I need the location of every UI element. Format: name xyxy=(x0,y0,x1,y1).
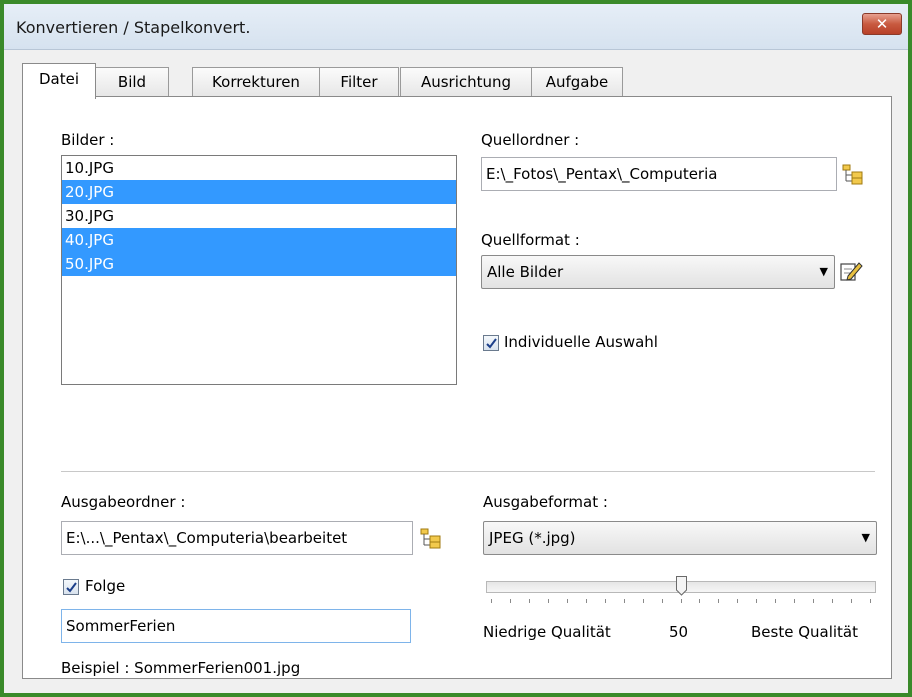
window-title: Konvertieren / Stapelkonvert. xyxy=(16,18,251,37)
slider-tick xyxy=(775,599,777,603)
slider-tick xyxy=(509,599,511,603)
slider-tick xyxy=(718,599,720,603)
quality-min-label: Niedrige Qualität xyxy=(483,623,611,641)
tab-datei[interactable]: Datei xyxy=(22,63,96,99)
quality-max-label: Beste Qualität xyxy=(751,623,859,641)
tab-aufgabe[interactable]: Aufgabe xyxy=(531,67,623,97)
individual-selection-checkbox[interactable] xyxy=(483,335,499,351)
tab-ausrichtung[interactable]: Ausrichtung xyxy=(400,67,532,97)
sequence-example: Beispiel : SommerFerien001.jpg xyxy=(61,659,301,677)
output-folder-label: Ausgabeordner : xyxy=(61,493,186,511)
slider-tick xyxy=(794,599,796,603)
sequence-input[interactable]: SommerFerien xyxy=(61,609,411,643)
images-listbox[interactable]: 10.JPG 20.JPG 30.JPG 40.JPG 50.JPG xyxy=(61,155,457,385)
sequence-checkbox[interactable] xyxy=(63,579,79,595)
quality-value: 50 xyxy=(669,623,689,641)
slider-tick xyxy=(737,599,739,603)
slider-tick xyxy=(547,599,549,603)
list-item[interactable]: 30.JPG xyxy=(62,204,456,228)
images-label: Bilder : xyxy=(61,131,115,149)
chevron-down-icon: ▼ xyxy=(819,265,828,278)
slider-tick xyxy=(661,599,663,603)
tab-panel-datei: Bilder : 10.JPG 20.JPG 30.JPG 40.JPG 50.… xyxy=(22,96,892,679)
tab-korrekturen[interactable]: Korrekturen xyxy=(192,67,320,97)
slider-tick xyxy=(566,599,568,603)
slider-tick xyxy=(623,599,625,603)
source-folder-input[interactable]: E:\_Fotos\_Pentax\_Computeria xyxy=(481,157,837,191)
slider-tick xyxy=(870,599,871,603)
slider-tick xyxy=(699,599,701,603)
list-item[interactable]: 20.JPG xyxy=(62,180,456,204)
source-format-value: Alle Bilder xyxy=(487,263,564,281)
source-format-label: Quellformat : xyxy=(481,231,580,249)
dialog-window: Konvertieren / Stapelkonvert. ✕ Datei Bi… xyxy=(0,0,912,697)
quality-slider-thumb[interactable] xyxy=(675,576,687,596)
slider-tick xyxy=(851,599,853,603)
dialog-client-area: Datei Bild Korrekturen Filter Ausrichtun… xyxy=(4,50,908,693)
slider-tick xyxy=(756,599,758,603)
folder-tree-icon[interactable] xyxy=(419,527,443,549)
slider-tick xyxy=(585,599,587,603)
output-format-label: Ausgabeformat : xyxy=(483,493,608,511)
source-format-select[interactable]: Alle Bilder ▼ xyxy=(481,255,835,289)
close-button[interactable]: ✕ xyxy=(862,13,902,35)
slider-tick xyxy=(813,599,815,603)
individual-selection-label[interactable]: Individuelle Auswahl xyxy=(504,333,658,351)
title-bar[interactable]: Konvertieren / Stapelkonvert. ✕ xyxy=(4,4,908,50)
output-format-value: JPEG (*.jpg) xyxy=(489,529,576,547)
tab-bild[interactable]: Bild xyxy=(95,67,169,97)
slider-tick xyxy=(491,599,492,603)
slider-tick xyxy=(832,599,834,603)
slider-tick xyxy=(680,599,682,603)
list-item[interactable]: 10.JPG xyxy=(62,156,456,180)
source-folder-label: Quellordner : xyxy=(481,131,580,149)
list-item[interactable]: 40.JPG xyxy=(62,228,456,252)
chevron-down-icon: ▼ xyxy=(861,531,870,544)
slider-tick xyxy=(642,599,644,603)
list-item[interactable]: 50.JPG xyxy=(62,252,456,276)
slider-tick xyxy=(604,599,606,603)
sequence-label[interactable]: Folge xyxy=(85,577,125,595)
output-folder-input[interactable]: E:\...\_Pentax\_Computeria\bearbeitet xyxy=(61,521,413,555)
folder-tree-icon[interactable] xyxy=(841,163,865,185)
divider xyxy=(61,471,875,472)
slider-tick xyxy=(528,599,530,603)
output-format-select[interactable]: JPEG (*.jpg) ▼ xyxy=(483,521,877,555)
edit-icon[interactable] xyxy=(839,259,863,283)
tab-filter[interactable]: Filter xyxy=(319,67,399,97)
